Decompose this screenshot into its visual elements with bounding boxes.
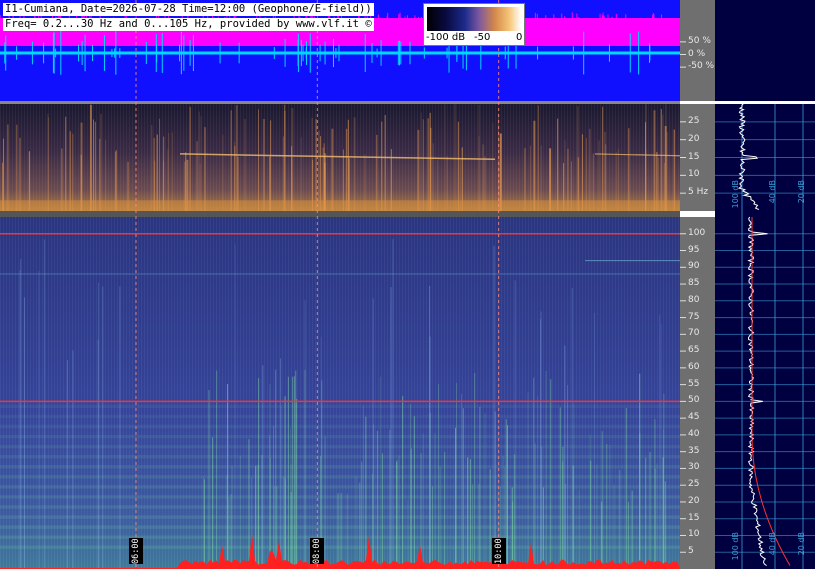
time-stamp: 10:00 xyxy=(491,538,506,564)
harmonic-band xyxy=(0,444,680,449)
lf-spectrum-label: 40 dB xyxy=(768,180,777,204)
hf-spectrum-label: 20 dB xyxy=(797,532,806,556)
hf-tick-label: 95 xyxy=(688,244,700,255)
harmonic-band xyxy=(0,505,680,509)
harmonic-band xyxy=(0,424,680,429)
colorbar-label-mid: -50 xyxy=(474,32,491,43)
harmonic-band xyxy=(0,434,680,439)
hf-tick-label: 35 xyxy=(688,445,700,456)
waveform-tick-label: -50 % xyxy=(688,61,715,72)
waveform-tick-label: 0 % xyxy=(688,48,706,59)
colorbar: -100 dB -50 0 xyxy=(423,3,525,46)
hf-spectrum-panel xyxy=(715,217,815,569)
hf-tick-label: 40 xyxy=(688,428,700,439)
hf-tick-label: 30 xyxy=(688,462,700,473)
harmonic-band xyxy=(0,495,680,499)
colorbar-label-min: -100 dB xyxy=(426,32,466,43)
lf-tick-label: 25 xyxy=(688,115,700,126)
hf-spectrum-label: 100 dB xyxy=(731,532,740,561)
hf-tick-label: 45 xyxy=(688,412,700,423)
lf-tick-label: 15 xyxy=(688,151,700,162)
hf-tick-label: 90 xyxy=(688,261,700,272)
time-stamp: 08:00 xyxy=(310,538,325,564)
lf-tick-label: 10 xyxy=(688,169,700,180)
hf-tick-label: 65 xyxy=(688,345,700,356)
hf-tick-label: 5 xyxy=(688,546,694,557)
harmonic-band xyxy=(0,475,680,479)
hf-tick-label: 100 xyxy=(688,227,706,238)
harmonic-band xyxy=(0,465,680,469)
hf-tick-label: 10 xyxy=(688,529,700,540)
harmonic-band xyxy=(0,545,680,549)
colorbar-label-max: 0 xyxy=(516,32,523,43)
harmonic-band xyxy=(0,515,680,519)
hf-tick-label: 75 xyxy=(688,311,700,322)
hf-spectrum-label: 40 dB xyxy=(768,532,777,556)
hf-tick-label: 85 xyxy=(688,278,700,289)
harmonic-band xyxy=(0,455,680,459)
hf-tick-label: 15 xyxy=(688,512,700,523)
lf-spectrum-label: 100 dB xyxy=(731,180,740,209)
hf-tick-label: 70 xyxy=(688,328,700,339)
hf-tick-label: 50 xyxy=(688,395,700,406)
station-title: I1-Cumiana, Date=2026-07-28 Time=12:00 (… xyxy=(3,3,374,16)
lf-tick-label: 20 xyxy=(688,133,700,144)
harmonic-band xyxy=(0,535,680,539)
hf-tick-label: 80 xyxy=(688,294,700,305)
colorbar-gradient xyxy=(427,7,521,31)
harmonic-band xyxy=(0,485,680,489)
waveform-tick-label: 50 % xyxy=(688,35,711,46)
hf-tick-label: 25 xyxy=(688,479,700,490)
hf-tick-label: 55 xyxy=(688,378,700,389)
hf-tick-label: 60 xyxy=(688,361,700,372)
lf-tick-label: 5 Hz xyxy=(688,187,709,198)
frequency-caption: Freq= 0.2...30 Hz and 0...105 Hz, provid… xyxy=(3,18,374,31)
harmonic-band xyxy=(0,414,680,419)
time-stamp: 06:00 xyxy=(129,538,143,564)
lf-spectrum-label: 20 dB xyxy=(797,180,806,204)
harmonic-band xyxy=(0,404,680,409)
hf-tick-label: 20 xyxy=(688,495,700,506)
harmonic-band xyxy=(0,525,680,529)
lf-low-band xyxy=(0,200,680,211)
